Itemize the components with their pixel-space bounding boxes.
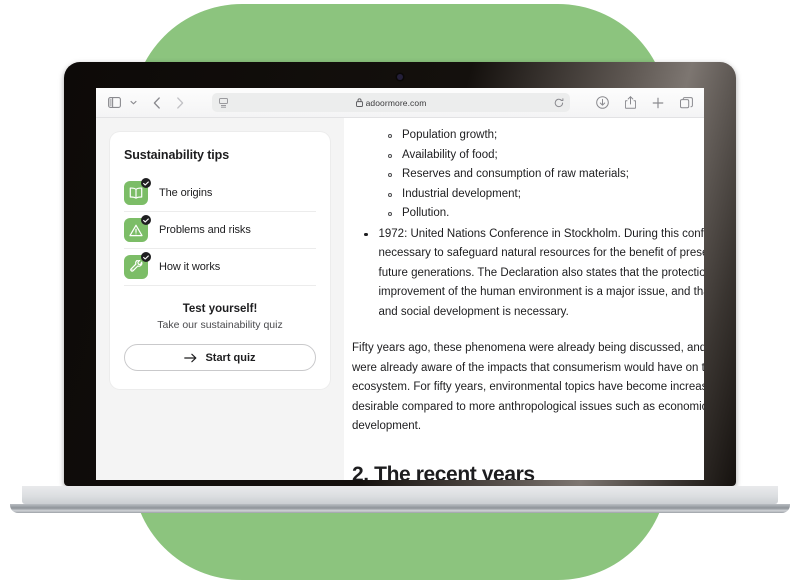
hollow-bullet-icon [388,173,392,177]
quiz-subtitle: Take our sustainability quiz [157,319,283,331]
arrow-right-icon [184,353,197,363]
tip-icon-wrapper [124,252,151,279]
sidebar-item-label: The origins [159,187,213,199]
list-item-text: Industrial development; [402,187,521,200]
card-title: Sustainability tips [124,148,230,162]
list-item: Availability of food; [352,146,704,166]
check-badge-icon [141,252,151,262]
toolbar-right-group [594,95,694,111]
top-bullet-list: 1972: United Nations Conference in Stock… [352,225,704,323]
fifty-years-paragraph: Fifty years ago, these phenomena were al… [352,342,704,432]
article-content: Population growth; Availability of food;… [344,118,704,480]
list-item-text: Pollution. [402,207,450,219]
laptop-base-lip [10,504,790,513]
forward-arrow-icon[interactable] [172,95,188,111]
url-hostname: adoormore.com [365,97,427,108]
chevron-down-icon[interactable] [129,95,138,111]
list-item: Reserves and consumption of raw material… [352,165,704,185]
article-inner: Population growth; Availability of food;… [352,126,704,480]
list-item-text: 1972: United Nations Conference in Stock… [378,227,705,318]
laptop-screen: adoormore.com Sustainability tips The or… [96,88,704,480]
reader-view-icon[interactable] [218,97,229,108]
sidebar-item-label: Problems and risks [159,224,251,236]
webcam-icon [397,74,403,80]
browser-toolbar: adoormore.com [96,88,704,118]
solid-bullet-icon [364,232,368,236]
sidebar-item-how-it-works[interactable]: How it works [124,249,316,286]
list-item-text: Availability of food; [402,148,498,161]
check-badge-icon [141,215,151,225]
sustainability-tips-card: Sustainability tips The origins Problems… [110,132,330,389]
web-page-content: Sustainability tips The origins Problems… [96,118,704,480]
tip-icon-wrapper [124,178,151,205]
sidebar-toggle-icon[interactable] [106,95,122,111]
list-item: Industrial development; [352,185,704,205]
downloads-icon[interactable] [594,95,610,111]
toolbar-left-group [106,95,188,111]
check-badge-icon [141,178,151,188]
tabs-icon[interactable] [678,95,694,111]
address-bar[interactable]: adoormore.com [212,93,570,112]
list-item-text: Reserves and consumption of raw material… [402,168,629,180]
page-section-heading: 2. The recent years [352,462,535,481]
share-icon[interactable] [622,95,638,111]
quiz-title: Test yourself! [182,303,258,315]
page-sidebar-column: Sustainability tips The origins Problems… [96,118,344,480]
start-quiz-button[interactable]: Start quiz [124,344,316,371]
list-item: Pollution. [352,204,704,224]
quiz-promo-block: Test yourself! Take our sustainability q… [124,303,316,371]
list-item-text: Population growth; [402,129,498,141]
lock-icon [355,98,363,107]
sub-bullet-list: Population growth; Availability of food;… [352,126,704,224]
list-item: Population growth; [352,126,704,146]
hollow-bullet-icon [388,192,392,197]
new-tab-icon[interactable] [650,95,666,111]
sidebar-item-the-origins[interactable]: The origins [124,175,316,212]
sidebar-item-label: How it works [159,261,221,273]
hollow-bullet-icon [388,212,392,216]
start-quiz-label: Start quiz [205,351,256,364]
tip-icon-wrapper [124,215,151,242]
url-text-container: adoormore.com [229,98,553,108]
laptop-lid: adoormore.com Sustainability tips The or… [64,62,736,486]
back-arrow-icon[interactable] [149,95,165,111]
list-item: 1972: United Nations Conference in Stock… [352,225,704,323]
hollow-bullet-icon [388,153,392,158]
sidebar-item-problems-and-risks[interactable]: Problems and risks [124,212,316,249]
hollow-bullet-icon [388,134,392,138]
reload-icon[interactable] [553,97,564,108]
laptop-mockup: adoormore.com Sustainability tips The or… [0,0,800,584]
laptop-base [22,486,778,504]
